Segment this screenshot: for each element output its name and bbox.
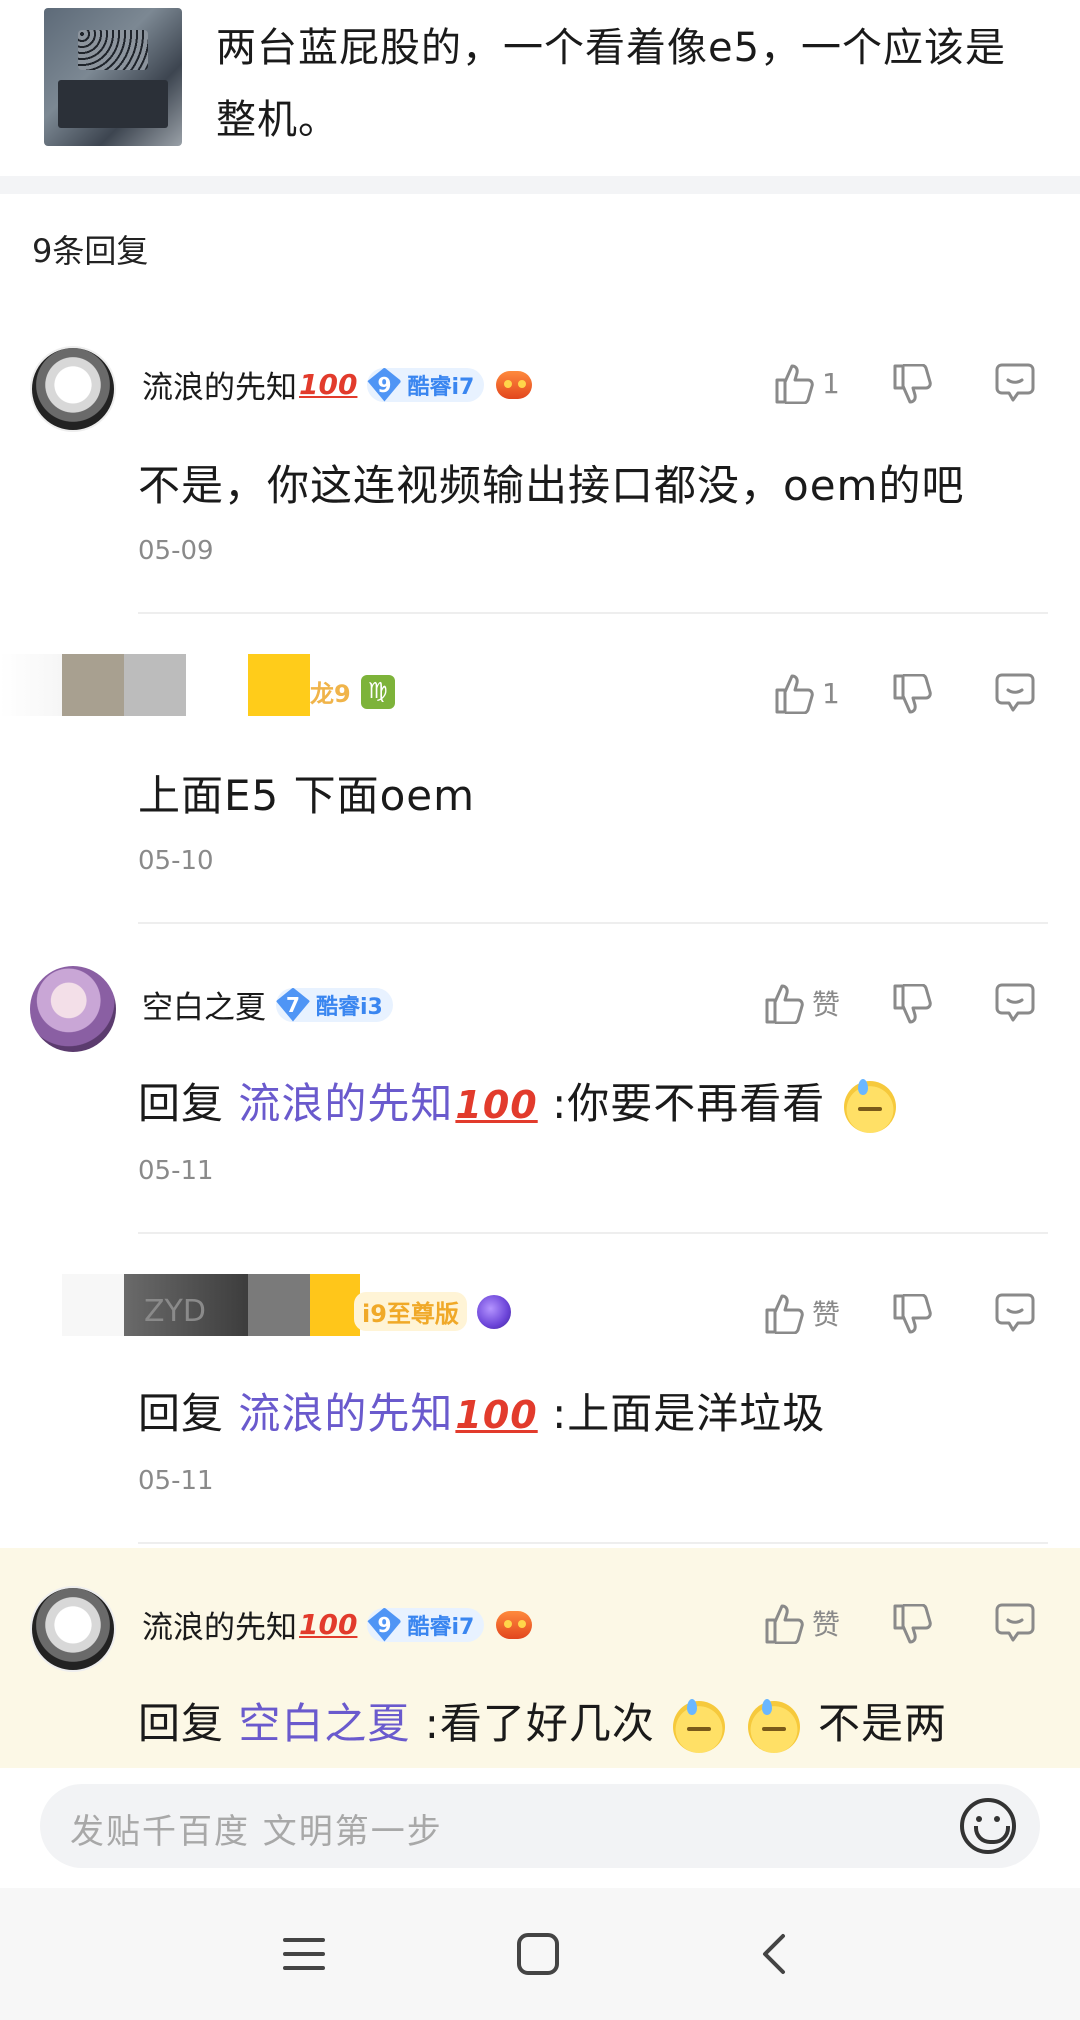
section-divider [0, 176, 1080, 194]
thumbs-down-icon [893, 984, 932, 1024]
comment-input[interactable]: 发贴千百度 文明第一步 [40, 1784, 1040, 1868]
dislike-button[interactable] [892, 364, 932, 406]
comment-bubble-icon [995, 363, 1035, 402]
thumbs-up-icon [765, 984, 804, 1024]
planet-icon [476, 1294, 511, 1329]
level-title: i9至尊版 [354, 1292, 467, 1331]
thumbs-up-icon [765, 1294, 804, 1334]
comment-username[interactable]: 流浪的先知 100 9 酷睿i7 [142, 1602, 533, 1647]
comment-content: 上面E5 下面oem [138, 771, 476, 820]
input-placeholder: 发贴千百度 文明第一步 [70, 1812, 443, 1852]
comment-username[interactable]: 空白之夏 7 酷睿i3 [142, 982, 393, 1027]
comment-username[interactable]: ZYD i9至尊版 [144, 1292, 511, 1331]
obscured-region [248, 654, 310, 716]
system-nav-bar [0, 1888, 1080, 2020]
thumbs-down-icon [893, 674, 932, 714]
dislike-button[interactable] [892, 1604, 932, 1646]
sweat-emoji-icon [843, 1078, 896, 1133]
level-gem-icon: 9 [367, 367, 402, 402]
avatar[interactable] [30, 966, 116, 1052]
thumbs-down-icon [893, 364, 932, 404]
gamepad-icon [496, 1610, 533, 1639]
hundred-emoji: 100 [455, 1083, 538, 1127]
comment-bubble-icon [995, 673, 1035, 712]
comment-date: 05-09 [138, 536, 214, 566]
comment-bubble-icon [995, 1293, 1035, 1332]
reply-button[interactable] [994, 1292, 1036, 1334]
reply-button[interactable] [994, 362, 1036, 404]
post-text: 两台蓝屁股的，一个看着像e5，一个应该是整机。 [216, 25, 1007, 143]
mention-link[interactable]: 空白之夏 [238, 1699, 410, 1748]
obscured-region [62, 1274, 124, 1336]
comment-content: 回复 空白之夏 :看了好几次 不是两 [138, 1690, 947, 1753]
home-square-icon [517, 1933, 559, 1975]
like-button[interactable]: 1 [774, 672, 840, 714]
thumbs-up-icon [775, 364, 814, 404]
hundred-emoji: 100 [299, 1608, 358, 1641]
divider [138, 1542, 1048, 1544]
comment-bubble-icon [995, 983, 1035, 1022]
reply-button[interactable] [994, 1602, 1036, 1644]
comment-content: 回复 流浪的先知100 :上面是洋垃圾 [138, 1389, 826, 1438]
like-button[interactable]: 赞 [764, 1292, 840, 1334]
like-button[interactable]: 1 [774, 362, 840, 404]
level-badge: 9 酷睿i7 [367, 1607, 485, 1642]
divider [138, 612, 1048, 614]
post-header: 两台蓝屁股的，一个看着像e5，一个应该是整机。 [0, 0, 1080, 176]
back-chevron-icon [763, 1934, 785, 1974]
hundred-emoji: 100 [299, 368, 358, 401]
obscured-region [0, 654, 62, 716]
comment-date: 05-10 [138, 846, 214, 876]
obscured-region [62, 654, 124, 716]
reply-button[interactable] [994, 982, 1036, 1024]
mention-link[interactable]: 流浪的先知100 [238, 1079, 537, 1128]
comment-date: 05-11 [138, 1466, 214, 1496]
like-button[interactable]: 赞 [764, 982, 840, 1024]
virgo-icon: ♍ [360, 674, 395, 709]
back-button[interactable] [744, 1924, 804, 1984]
level-gem-icon: 7 [276, 987, 310, 1022]
level-badge: 9 酷睿i7 [367, 367, 485, 402]
comment-bubble-icon [995, 1603, 1035, 1642]
mention-link[interactable]: 流浪的先知100 [238, 1389, 537, 1438]
gamepad-icon [496, 370, 533, 399]
dislike-button[interactable] [892, 1294, 932, 1336]
sweat-emoji-icon [747, 1698, 800, 1753]
level-badge: 7 酷睿i3 [276, 987, 393, 1022]
comment-content: 不是，你这连视频输出接口都没，oem的吧 [138, 461, 965, 510]
comment-username[interactable]: 龙9 ♍ [310, 674, 395, 709]
comment-content: 回复 流浪的先知100 :你要不再看看 [138, 1070, 900, 1133]
avatar[interactable] [30, 346, 116, 432]
thumbs-down-icon [893, 1604, 932, 1644]
thumbs-down-icon [893, 1294, 932, 1334]
sweat-emoji-icon [673, 1698, 726, 1753]
emoji-picker-icon[interactable] [960, 1798, 1016, 1854]
divider [138, 922, 1048, 924]
comment-date: 05-11 [138, 1156, 214, 1186]
post-image[interactable] [44, 8, 182, 146]
home-button[interactable] [508, 1924, 568, 1984]
avatar[interactable] [30, 1586, 116, 1672]
reply-button[interactable] [994, 672, 1036, 714]
recent-apps-button[interactable] [274, 1924, 334, 1984]
dislike-button[interactable] [892, 984, 932, 1026]
hundred-emoji: 100 [455, 1393, 538, 1437]
dislike-button[interactable] [892, 674, 932, 716]
menu-icon [283, 1938, 325, 1970]
thumbs-up-icon [775, 674, 814, 714]
obscured-region [124, 654, 186, 716]
thumbs-up-icon [765, 1604, 804, 1644]
reply-count: 9条回复 [32, 232, 149, 270]
comment-username[interactable]: 流浪的先知 100 9 酷睿i7 [142, 362, 533, 407]
divider [138, 1232, 1048, 1234]
level-gem-icon: 9 [367, 1607, 402, 1642]
like-button[interactable]: 赞 [764, 1602, 840, 1644]
comment-input-bar: 发贴千百度 文明第一步 [0, 1768, 1080, 1888]
